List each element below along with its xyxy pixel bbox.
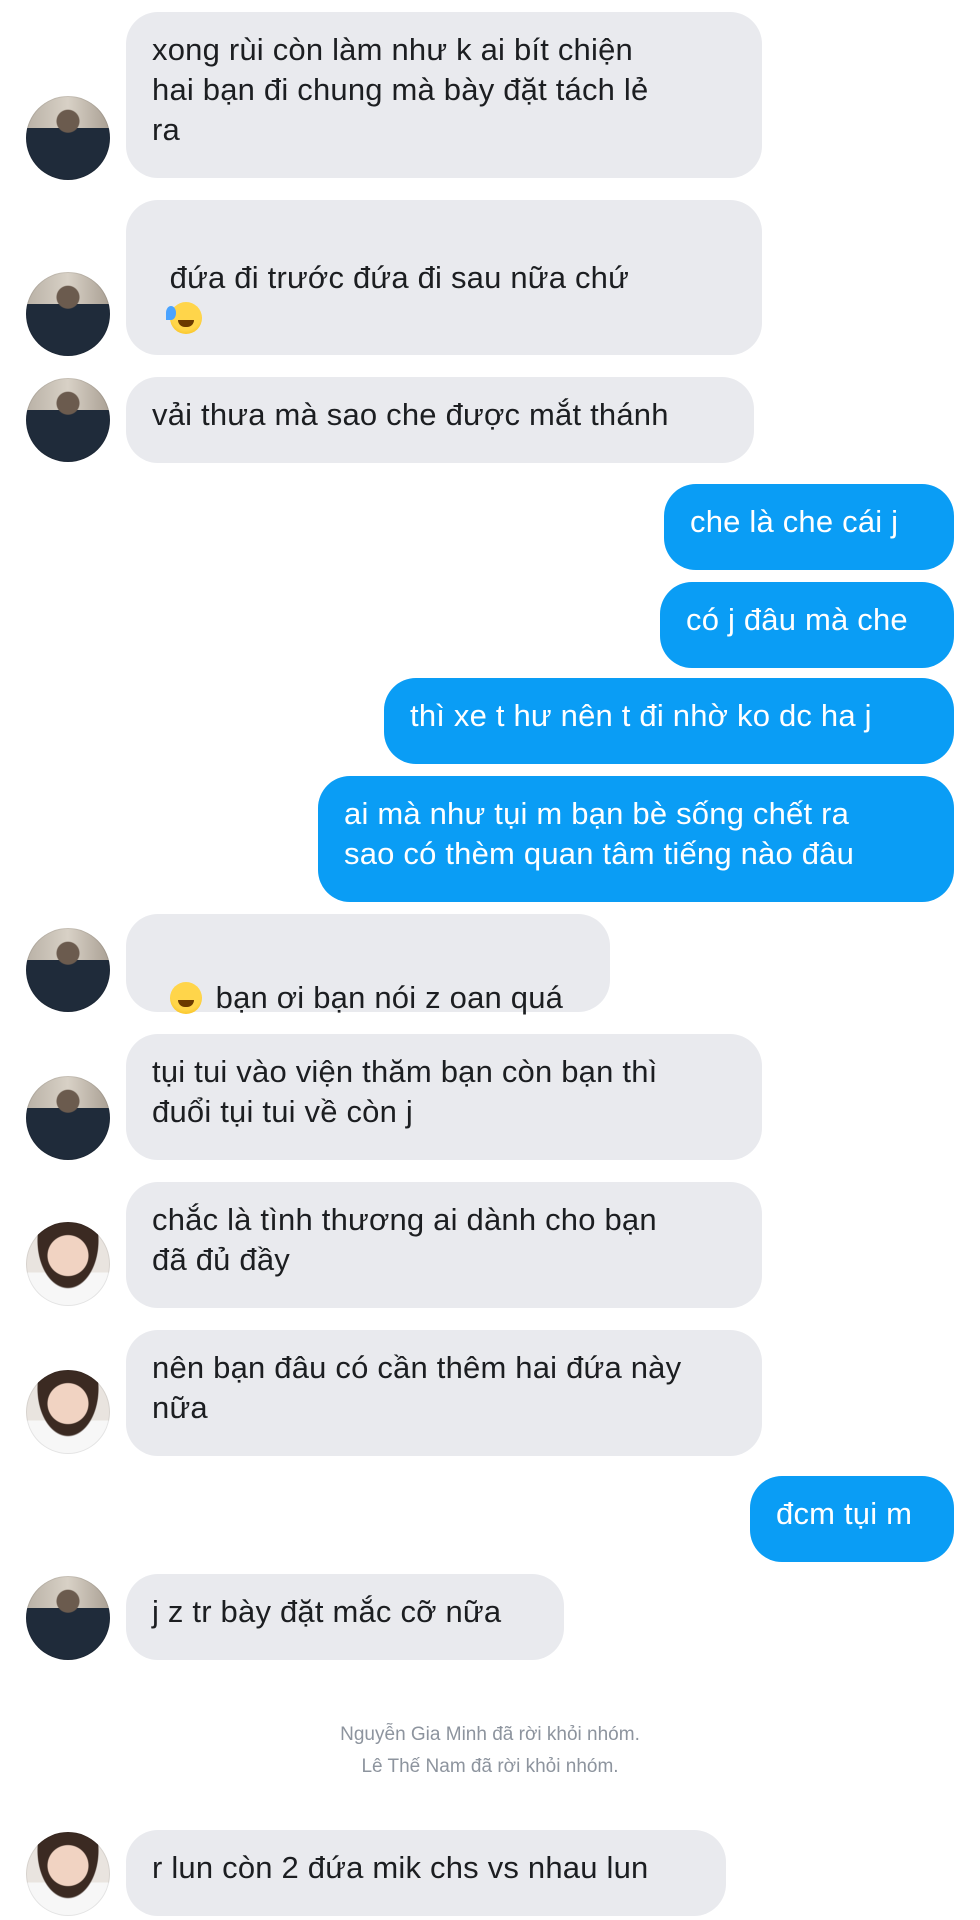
message-text: đứa đi trước đứa đi sau nữa chứ (169, 260, 630, 295)
incoming-message[interactable]: chắc là tình thương ai dành cho bạn đã đ… (126, 1182, 762, 1308)
incoming-message[interactable]: xong rùi còn làm như k ai bít chiện hai … (126, 12, 762, 178)
sender-avatar[interactable] (26, 1076, 110, 1160)
grimace-emoji (169, 982, 202, 1014)
sender-avatar[interactable] (26, 272, 110, 356)
outgoing-message[interactable]: che là che cái j (664, 484, 954, 570)
incoming-message[interactable]: j z tr bày đặt mắc cỡ nữa (126, 1574, 564, 1660)
system-notice: Lê Thế Nam đã rời khỏi nhóm. (361, 1756, 619, 1777)
incoming-message[interactable]: đứa đi trước đứa đi sau nữa chứ (126, 200, 762, 454)
outgoing-message[interactable]: đcm tụi m (750, 1476, 954, 1562)
outgoing-message[interactable]: ai mà như tụi m bạn bè sống chết ra sao … (318, 776, 954, 902)
outgoing-message[interactable]: có j đâu mà che (660, 582, 954, 668)
sender-avatar[interactable] (26, 1222, 110, 1306)
incoming-message[interactable]: vải thưa mà sao che được mắt thánh (126, 377, 754, 463)
outgoing-message[interactable]: thì xe t hư nên t đi nhờ ko dc ha j (384, 678, 954, 764)
sender-avatar[interactable] (26, 928, 110, 1012)
message-text: bạn ơi bạn nói z oan quá (215, 980, 564, 1015)
sender-avatar[interactable] (26, 1370, 110, 1454)
incoming-message[interactable]: r lun còn 2 đứa mik chs vs nhau lun (126, 1830, 726, 1916)
sender-avatar[interactable] (26, 96, 110, 180)
incoming-message[interactable]: nên bạn đâu có cần thêm hai đứa này nữa (126, 1330, 762, 1456)
sender-avatar[interactable] (26, 1832, 110, 1916)
sender-avatar[interactable] (26, 378, 110, 462)
rofl-emoji (165, 302, 202, 334)
system-notice: Nguyễn Gia Minh đã rời khỏi nhóm. (340, 1724, 640, 1745)
sender-avatar[interactable] (26, 1576, 110, 1660)
incoming-message[interactable]: tụi tui vào viện thăm bạn còn bạn thì đu… (126, 1034, 762, 1160)
incoming-message[interactable]: bạn ơi bạn nói z oan quá (126, 914, 610, 1015)
